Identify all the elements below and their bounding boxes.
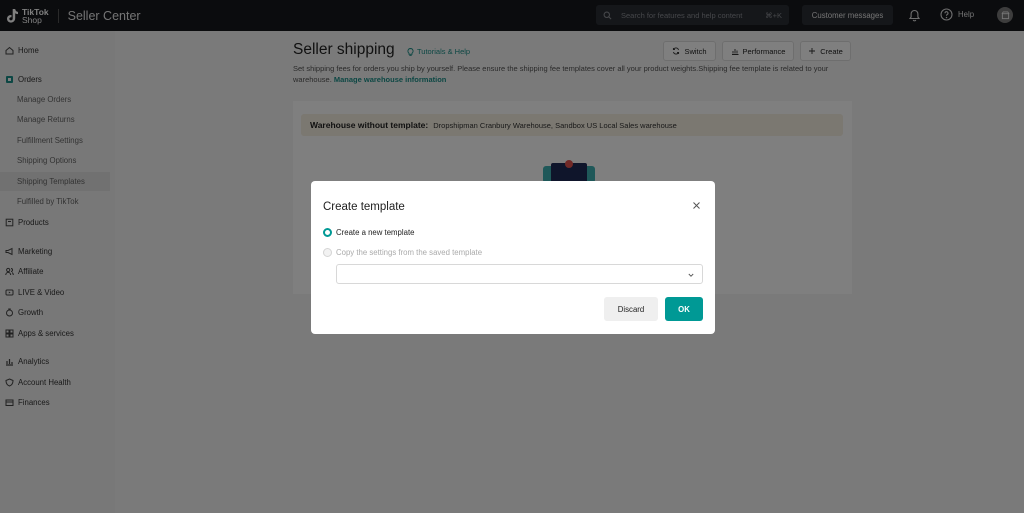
radio-button-selected[interactable] [323, 228, 332, 237]
radio-copy-saved[interactable]: Copy the settings from the saved templat… [323, 248, 482, 257]
dialog-title: Create template [323, 201, 405, 213]
radio-label-copy-saved: Copy the settings from the saved templat… [336, 248, 483, 257]
close-icon[interactable] [692, 201, 701, 210]
discard-button[interactable]: Discard [604, 297, 658, 321]
radio-button-disabled[interactable] [323, 248, 332, 257]
radio-create-new[interactable]: Create a new template [323, 228, 414, 237]
radio-label-create-new: Create a new template [336, 228, 415, 237]
saved-template-select[interactable] [336, 264, 703, 284]
chevron-down-icon [687, 271, 695, 279]
create-template-dialog: Create template Create a new template Co… [311, 181, 715, 334]
ok-button[interactable]: OK [665, 297, 703, 321]
